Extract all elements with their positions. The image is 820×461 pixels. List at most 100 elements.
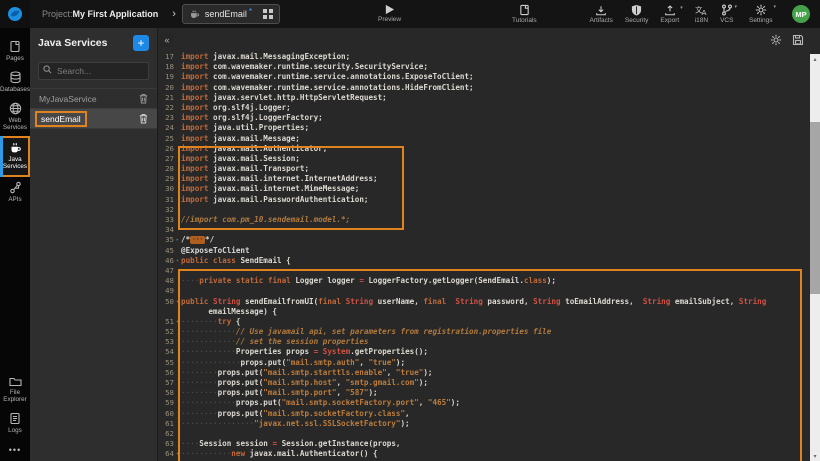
code-line[interactable]: 52············// Use javamail api, set p… (158, 327, 810, 337)
tutorials-button[interactable]: Tutorials (512, 4, 537, 24)
user-avatar[interactable]: MP (792, 5, 810, 23)
delete-icon[interactable] (139, 113, 148, 124)
code-line[interactable]: 33//import com.pm_10.sendemail.model.*; (158, 215, 810, 225)
code-text: ···········new javax.mail.Authenticator(… (181, 449, 810, 459)
sidebar-item-web-services[interactable]: Web Services (0, 98, 30, 136)
code-line[interactable]: 49 (158, 286, 810, 296)
fold-toggle-icon[interactable]: ▾ (174, 449, 181, 459)
code-line[interactable]: 27import javax.mail.Session; (158, 154, 810, 164)
download-icon (595, 5, 607, 16)
export-button[interactable]: Export (660, 5, 679, 24)
code-line[interactable]: 63····Session session = Session.getInsta… (158, 439, 810, 449)
code-text: ············// set the session propertie… (181, 337, 810, 347)
code-line[interactable]: 30import javax.mail.internet.MimeMessage… (158, 184, 810, 194)
code-line[interactable]: 34 (158, 225, 810, 235)
code-line[interactable]: 56········props.put("mail.smtp.starttls.… (158, 368, 810, 378)
vcs-button[interactable]: VCS (720, 4, 733, 24)
save-icon[interactable] (792, 34, 804, 46)
code-line[interactable]: 26import javax.mail.Authenticator; (158, 144, 810, 154)
code-text: ········props.put("mail.smtp.starttls.en… (181, 368, 810, 378)
collapsed-fold-icon[interactable]: ··· (190, 236, 205, 244)
code-text: import org.slf4j.LoggerFactory; (181, 113, 810, 123)
code-line[interactable]: 59············props.put("mail.smtp.socke… (158, 398, 810, 408)
settings-button[interactable]: Settings (749, 4, 773, 24)
code-line[interactable]: 19import com.wavemaker.runtime.service.a… (158, 72, 810, 82)
code-text: ········try { (181, 317, 810, 327)
line-number: 58 (158, 388, 174, 398)
scrollbar-thumb[interactable] (810, 122, 820, 294)
service-row-myjavaservice[interactable]: MyJavaService (30, 89, 157, 109)
fold-toggle-icon[interactable]: ▾ (174, 317, 181, 327)
add-service-button[interactable]: + (133, 35, 149, 51)
fold-gutter (174, 347, 181, 357)
code-line[interactable]: 58········props.put("mail.smtp.port", "5… (158, 388, 810, 398)
preview-button[interactable]: Preview (378, 4, 401, 23)
code-line[interactable]: 17import javax.mail.MessagingException; (158, 52, 810, 62)
code-line[interactable]: 45@ExposeToClient (158, 246, 810, 256)
code-content[interactable]: 17import javax.mail.MessagingException;1… (158, 52, 810, 461)
code-line[interactable]: 28import javax.mail.Transport; (158, 164, 810, 174)
code-line[interactable]: 54············Properties props = System.… (158, 347, 810, 357)
code-line[interactable]: 47 (158, 266, 810, 276)
wavemaker-logo[interactable] (0, 0, 30, 28)
code-line[interactable]: 20import com.wavemaker.runtime.service.a… (158, 83, 810, 93)
sidebar-item-databases[interactable]: Databases (0, 67, 30, 98)
sidebar-item-file-explorer[interactable]: File Explorer (0, 372, 30, 408)
fold-toggle-icon[interactable]: ▾ (174, 297, 181, 307)
vertical-scrollbar[interactable]: ▴ ▾ (810, 54, 820, 461)
code-line[interactable]: emailMessage) { (158, 307, 810, 317)
artifacts-label: Artifacts (589, 17, 612, 24)
code-line[interactable]: 25import javax.mail.Message; (158, 134, 810, 144)
code-line[interactable]: 57········props.put("mail.smtp.host", "s… (158, 378, 810, 388)
fold-toggle-icon[interactable]: ▾ (174, 256, 181, 266)
code-line[interactable]: 24import java.util.Properties; (158, 123, 810, 133)
code-text: import javax.mail.MessagingException; (181, 52, 810, 62)
code-line[interactable]: 21import javax.servlet.http.HttpServletR… (158, 93, 810, 103)
code-line[interactable]: 60········props.put("mail.smtp.socketFac… (158, 409, 810, 419)
tab-sendemail[interactable]: sendEmail * (182, 4, 280, 24)
sidebar-item-java-services[interactable]: Java Services (0, 136, 30, 177)
scroll-down-arrow[interactable]: ▾ (810, 451, 820, 461)
scroll-up-arrow[interactable]: ▴ (810, 54, 820, 64)
code-line[interactable]: 35▸/*···*/ (158, 235, 810, 245)
collapse-panel-button[interactable]: « (160, 33, 174, 47)
code-line[interactable]: 29import javax.mail.internet.InternetAdd… (158, 174, 810, 184)
more-options-button[interactable]: ••• (9, 439, 21, 461)
line-number: 50 (158, 297, 174, 307)
artifacts-button[interactable]: Artifacts (589, 5, 612, 24)
code-line[interactable]: 64▾···········new javax.mail.Authenticat… (158, 449, 810, 459)
code-line[interactable]: 61················"javax.net.ssl.SSLSock… (158, 419, 810, 429)
panel-title: Java Services (38, 37, 133, 49)
grid-icon[interactable] (263, 9, 273, 19)
code-line[interactable]: 53············// set the session propert… (158, 337, 810, 347)
fold-toggle-icon[interactable]: ▸ (174, 235, 181, 245)
unsaved-indicator: * (249, 7, 252, 16)
line-number: 62 (158, 429, 174, 439)
code-line[interactable]: 46▾public class SendEmail { (158, 256, 810, 266)
service-row-sendemail[interactable]: sendEmail (30, 109, 157, 129)
sidebar-item-logs[interactable]: Logs (0, 408, 30, 439)
search-input[interactable] (38, 62, 149, 80)
code-line[interactable]: 18import com.wavemaker.runtime.security.… (158, 62, 810, 72)
play-icon (384, 4, 395, 15)
shield-icon (631, 4, 642, 16)
code-line[interactable]: 32 (158, 205, 810, 215)
security-button[interactable]: Security (625, 4, 648, 24)
sidebar-item-pages[interactable]: Pages (0, 36, 30, 67)
project-breadcrumb[interactable]: Project:My First Application (42, 9, 158, 19)
code-line[interactable]: 23import org.slf4j.LoggerFactory; (158, 113, 810, 123)
service-name-selected: sendEmail (35, 111, 87, 127)
code-line[interactable]: 55·············props.put("mail.smtp.auth… (158, 358, 810, 368)
i18n-button[interactable]: 文 A i18N (695, 5, 708, 24)
code-line[interactable]: 51▾········try { (158, 317, 810, 327)
delete-icon[interactable] (139, 93, 148, 104)
sidebar-item-apis[interactable]: APIs (0, 177, 30, 208)
code-line[interactable]: 22import org.slf4j.Logger; (158, 103, 810, 113)
fold-gutter (174, 154, 181, 164)
editor-settings-gear-icon[interactable] (770, 34, 782, 46)
code-line[interactable]: 50▾public String sendEmailfromUI(final S… (158, 297, 810, 307)
code-line[interactable]: 62 (158, 429, 810, 439)
code-line[interactable]: 31import javax.mail.PasswordAuthenticati… (158, 195, 810, 205)
code-line[interactable]: 48····private static final Logger logger… (158, 276, 810, 286)
line-number: 63 (158, 439, 174, 449)
